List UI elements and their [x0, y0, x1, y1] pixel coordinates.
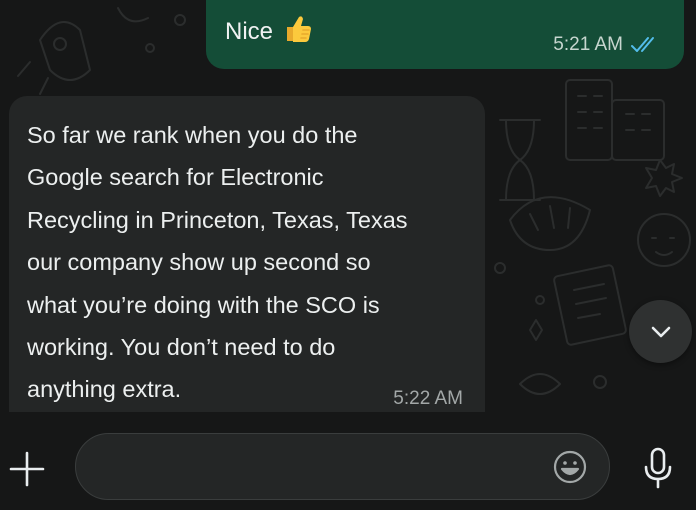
thumbs-up-icon: [287, 16, 312, 42]
message-line: working. You don’t need to do: [27, 334, 336, 361]
attach-button[interactable]: [6, 448, 48, 490]
double-check-icon: [631, 37, 654, 52]
outgoing-message-time: 5:21 AM: [553, 34, 623, 55]
outgoing-message-content: Nice: [225, 13, 313, 47]
emoji-button[interactable]: [551, 448, 589, 486]
incoming-message-time: 5:22 AM: [393, 388, 463, 409]
outgoing-message-text: Nice: [225, 18, 274, 45]
message-input[interactable]: [100, 434, 540, 499]
plus-icon: [9, 451, 45, 487]
incoming-message-text: So far we rank when you do the Google se…: [27, 114, 475, 411]
message-line: So far we rank when you do the: [27, 122, 358, 148]
message-line: what you’re doing with the SCO is: [27, 291, 380, 318]
outgoing-message-meta: 5:21 AM: [553, 34, 658, 56]
chat-area: Nice 5:21 AM So far we rank when you do …: [0, 0, 696, 412]
voice-message-button[interactable]: [636, 444, 680, 492]
chevron-down-icon: [651, 326, 670, 337]
message-line: Google search for Electronic: [27, 164, 324, 191]
incoming-message[interactable]: So far we rank when you do the Google se…: [9, 96, 485, 412]
message-line: Recycling in Princeton, Texas, Texas: [27, 206, 408, 233]
smiley-icon: [553, 450, 587, 484]
message-composer: [0, 412, 696, 510]
outgoing-message[interactable]: Nice 5:21 AM: [206, 0, 684, 69]
message-line: our company show up second so: [27, 249, 371, 276]
message-input-box[interactable]: [75, 433, 610, 500]
scroll-to-bottom-button[interactable]: [629, 300, 692, 363]
microphone-icon: [644, 447, 672, 489]
